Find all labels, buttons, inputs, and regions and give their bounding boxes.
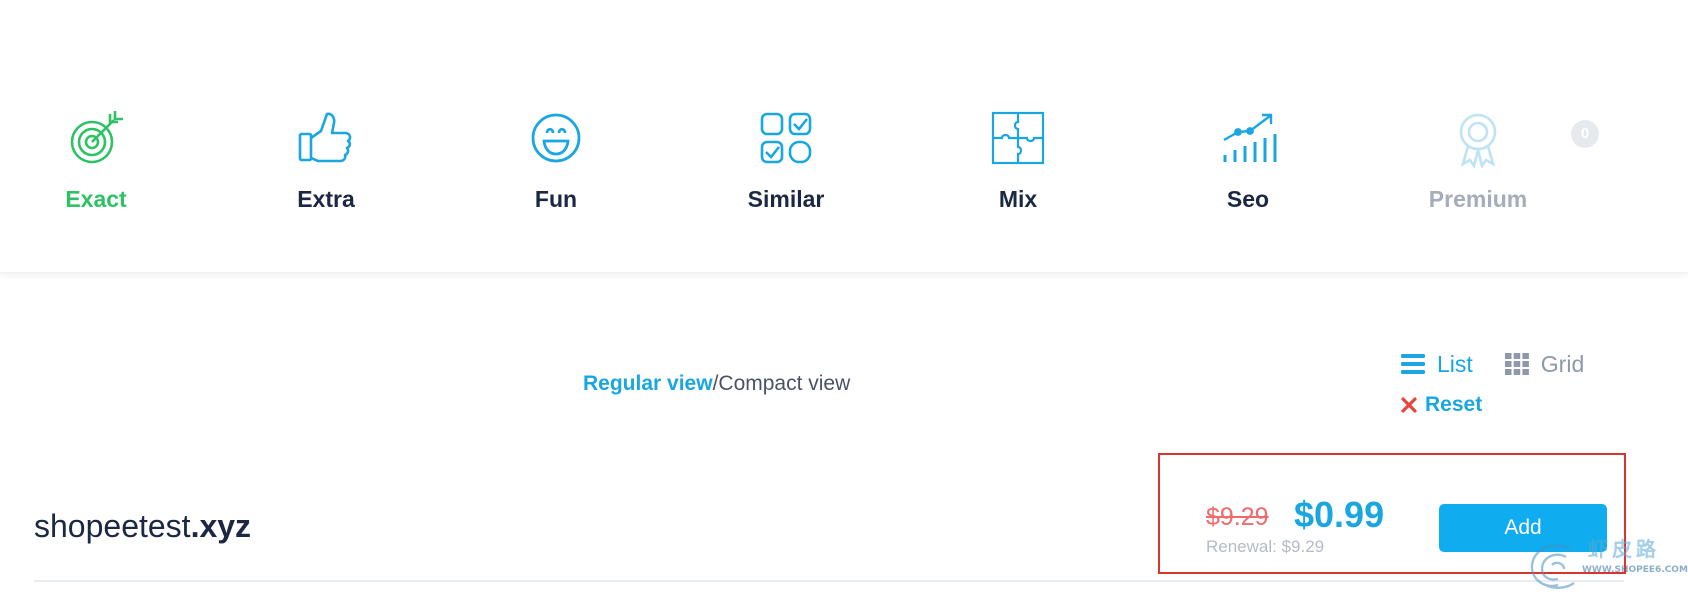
domain-search-results-page: Exact Extra Fun Similar Mix Seo Premium … [0, 0, 1688, 594]
grid-icon [1504, 353, 1529, 375]
category-strip: Exact Extra Fun Similar Mix Seo Premium … [0, 0, 1688, 273]
premium-count-badge: 0 [1571, 120, 1599, 148]
view-mode-toggle: Regular view/Compact view [583, 372, 850, 396]
close-icon [1401, 397, 1417, 413]
grid-label: Grid [1540, 350, 1585, 377]
dragon-logo-icon [1530, 544, 1575, 589]
thumbs-up-icon [298, 112, 352, 163]
growth-chart-icon [1223, 113, 1277, 162]
domain-sld: shopeetest [34, 508, 191, 544]
watermark-title: 虾皮路 [1588, 537, 1660, 561]
puzzle-icon [991, 111, 1045, 165]
award-badge-icon [1459, 113, 1497, 168]
category-exact[interactable]: Exact [16, 108, 176, 213]
domain-tld: .xyz [190, 508, 252, 544]
checkbox-grid-icon [760, 112, 812, 164]
renewal-price: Renewal: $9.29 [1206, 537, 1325, 556]
layout-switch: List Grid [1401, 349, 1584, 379]
category-label: Seo [1226, 186, 1270, 212]
reset-label: Reset [1425, 393, 1483, 416]
regular-view-link[interactable]: Regular view [583, 372, 713, 395]
domain-name: shopeetest.xyz [34, 508, 251, 545]
category-extra[interactable]: Extra [246, 108, 406, 213]
list-label: List [1437, 350, 1473, 377]
original-price: $9.29 [1206, 503, 1269, 531]
category-label: Premium [1428, 186, 1528, 212]
list-layout-button[interactable]: List [1401, 351, 1473, 378]
category-premium[interactable]: Premium [1398, 108, 1558, 213]
category-label: Similar [747, 186, 825, 212]
sale-price: $0.99 [1294, 494, 1385, 535]
category-label: Fun [534, 186, 578, 212]
category-mix[interactable]: Mix [938, 108, 1098, 213]
category-label: Mix [998, 186, 1038, 212]
category-similar[interactable]: Similar [706, 108, 866, 213]
watermark-url: WWW.SHOPEE6.COM [1582, 565, 1688, 575]
watermark: 虾皮路 WWW.SHOPEE6.COM [1526, 531, 1688, 593]
smiley-icon [531, 113, 581, 163]
list-icon [1401, 354, 1425, 374]
category-label: Exact [65, 186, 127, 212]
grid-layout-button[interactable]: Grid [1504, 350, 1585, 378]
category-seo[interactable]: Seo [1168, 108, 1328, 213]
category-label: Extra [297, 186, 355, 212]
target-icon [70, 111, 123, 164]
compact-view-link[interactable]: Compact view [718, 372, 850, 395]
reset-button[interactable]: Reset [1401, 393, 1482, 417]
category-fun[interactable]: Fun [476, 108, 636, 213]
